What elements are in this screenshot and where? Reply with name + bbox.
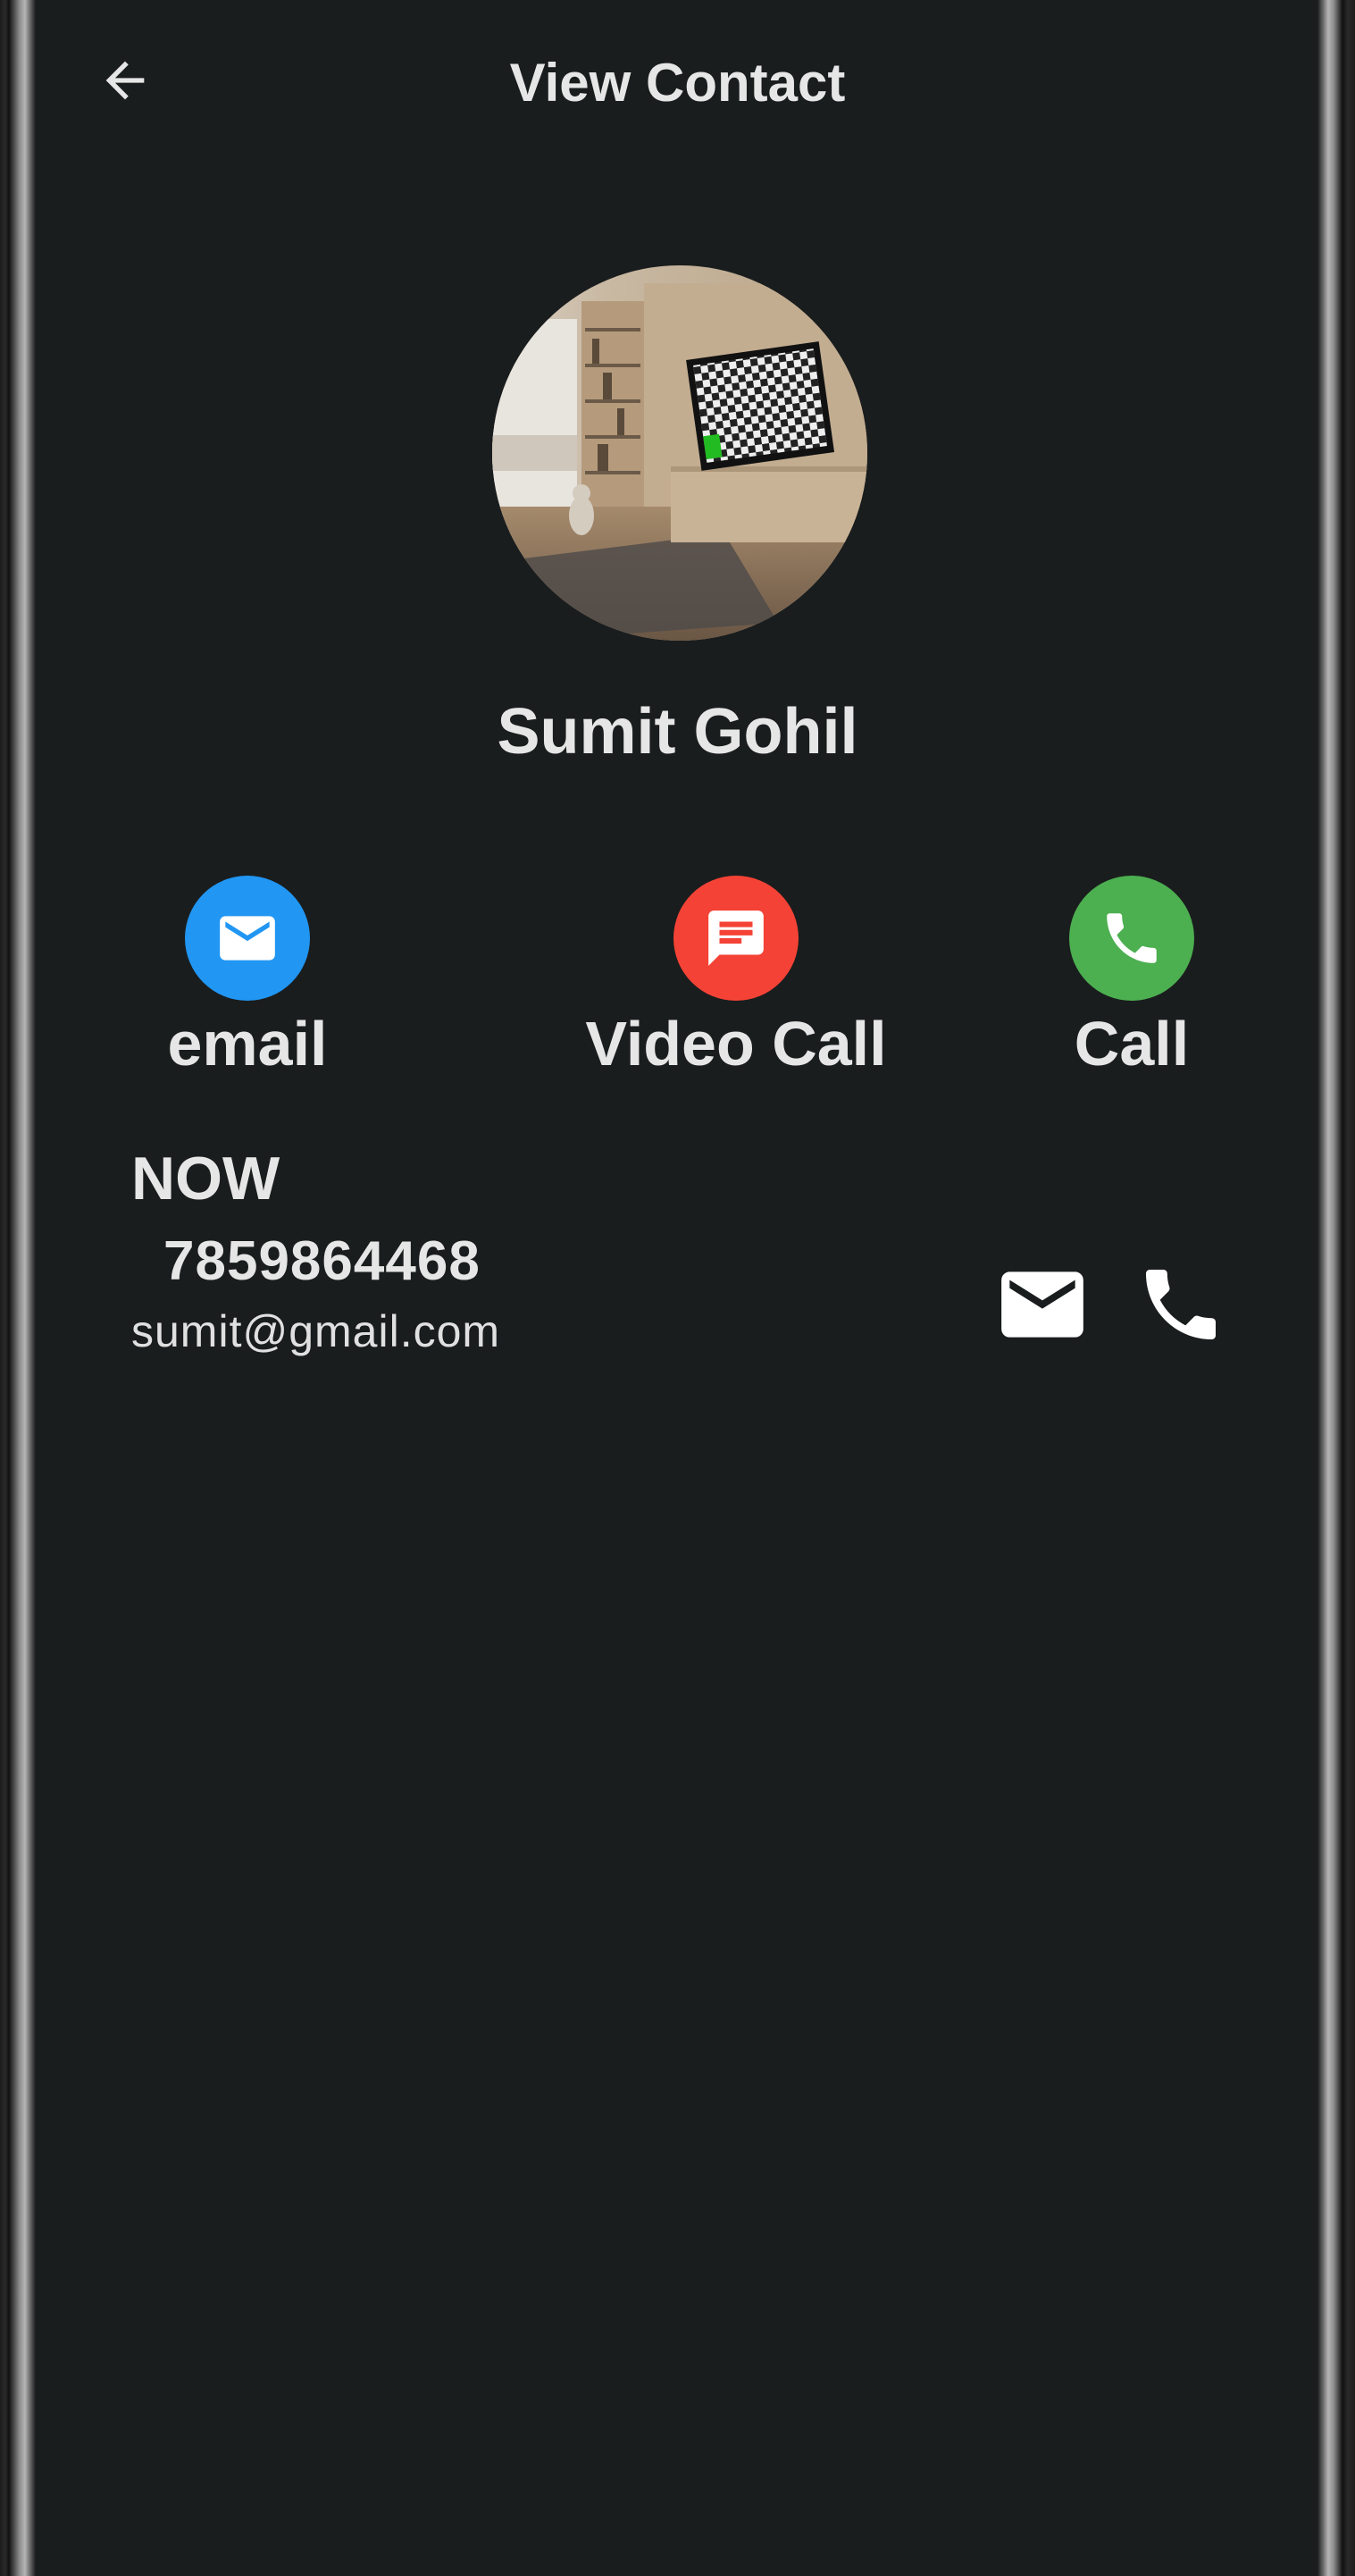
device-frame: View Contact Sumit Gohil email Video Cal… xyxy=(0,0,1355,2576)
call-action-label: Call xyxy=(1074,1009,1190,1078)
email-action-button[interactable]: email xyxy=(120,876,375,1079)
email-action-label: email xyxy=(167,1009,328,1078)
mail-icon xyxy=(1001,1271,1083,1338)
video-call-action-label: Video Call xyxy=(585,1009,887,1078)
page-title: View Contact xyxy=(509,53,846,113)
app-bar: View Contact xyxy=(38,0,1317,170)
contact-name: Sumit Gohil xyxy=(497,696,858,768)
living-room-photo xyxy=(492,265,867,641)
device-bezel-left xyxy=(0,0,38,2576)
phone-icon xyxy=(1146,1270,1216,1339)
contact-phone[interactable]: 7859864468 xyxy=(163,1229,500,1293)
contact-avatar xyxy=(492,265,867,641)
send-email-button[interactable] xyxy=(993,1260,1092,1349)
app-screen: View Contact Sumit Gohil email Video Cal… xyxy=(38,0,1317,2576)
email-action-circle xyxy=(185,876,310,1001)
mail-icon xyxy=(220,916,275,961)
video-call-action-circle xyxy=(673,876,799,1001)
video-call-action-button[interactable]: Video Call xyxy=(539,876,933,1079)
message-icon xyxy=(708,910,764,966)
make-call-button[interactable] xyxy=(1132,1260,1230,1349)
contact-tag: NOW xyxy=(131,1145,280,1212)
call-action-circle xyxy=(1069,876,1194,1001)
contact-detail-row: NOW 7859864468 sumit@gmail.com xyxy=(131,1144,500,1357)
call-action-button[interactable]: Call xyxy=(1056,876,1208,1079)
phone-icon xyxy=(1107,913,1157,963)
contact-email[interactable]: sumit@gmail.com xyxy=(131,1305,500,1357)
device-bezel-right xyxy=(1317,0,1355,2576)
